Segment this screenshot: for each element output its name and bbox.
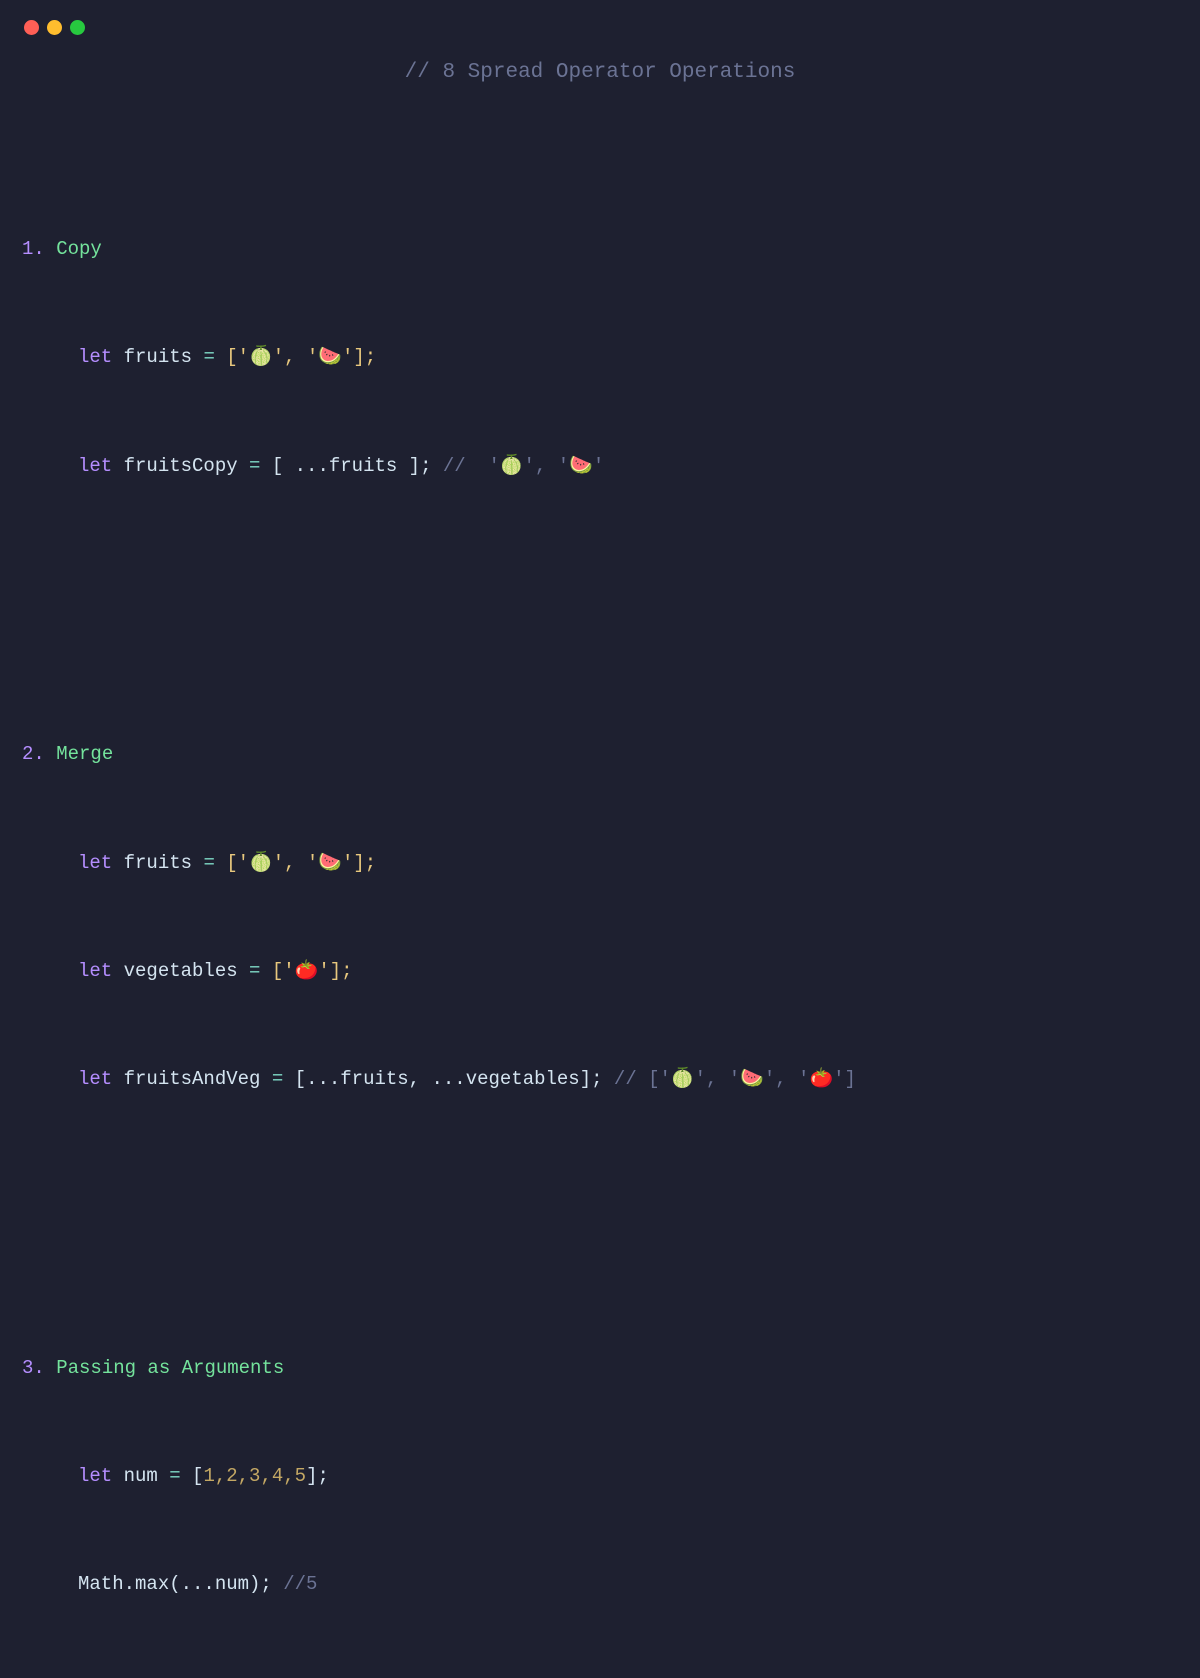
blank-line [22,592,1178,628]
code-line: Math.min(...num); //1 [22,1675,1178,1678]
code-line: let fruits = ['🍈', '🍉']; [22,845,1178,881]
title-comment: // 8 Spread Operator Operations [22,53,1178,93]
maximize-window-icon[interactable] [70,20,85,35]
code-line: let fruitsAndVeg = [...fruits, ...vegeta… [22,1061,1178,1097]
section-header-copy: 1. Copy [22,231,1178,267]
blank-line [22,1206,1178,1242]
code-line: let num = [1,2,3,4,5]; [22,1458,1178,1494]
code-line: let vegetables = ['🍅']; [22,953,1178,989]
code-editor-content: // 8 Spread Operator Operations 1. Copy … [0,35,1200,1678]
code-line: let fruits = ['🍈', '🍉']; [22,339,1178,375]
code-line: let fruitsCopy = [ ...fruits ]; // '🍈', … [22,448,1178,484]
code-line: Math.max(...num); //5 [22,1566,1178,1602]
close-window-icon[interactable] [24,20,39,35]
section-header-args: 3. Passing as Arguments [22,1350,1178,1386]
section-header-merge: 2. Merge [22,736,1178,772]
code-block: 1. Copy let fruits = ['🍈', '🍉']; let fru… [22,123,1178,1678]
minimize-window-icon[interactable] [47,20,62,35]
window-controls [0,0,1200,35]
